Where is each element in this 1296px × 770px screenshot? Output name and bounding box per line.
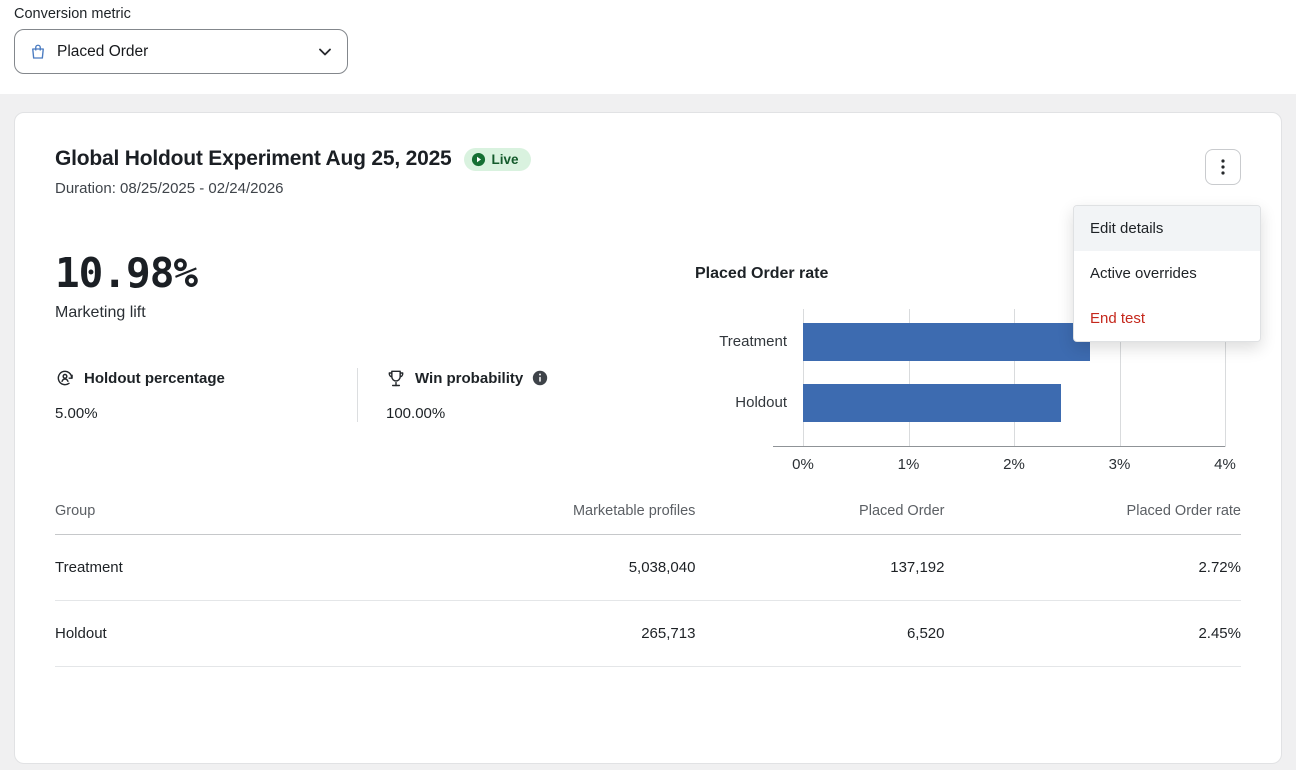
results-table: Group Marketable profiles Placed Order Plac… (55, 493, 1241, 667)
menu-item-edit-details[interactable]: Edit details (1074, 206, 1260, 251)
substats-row: Holdout percentage 5.00% Win probability… (55, 368, 695, 422)
conversion-metric-label: Conversion metric (14, 6, 131, 22)
table-row: Holdout 265,713 6,520 2.45% (55, 600, 1241, 667)
experiment-duration: Duration: 08/25/2025 - 02/24/2026 (55, 180, 284, 197)
table-row: Treatment 5,038,040 137,192 2.72% (55, 534, 1241, 601)
kebab-icon (1221, 159, 1225, 175)
chart-tick-label: 3% (1108, 456, 1131, 473)
table-cell: 2.45% (944, 600, 1241, 667)
trophy-icon (386, 368, 406, 388)
table-header-cell: Placed Order (695, 493, 945, 535)
table-cell: Treatment (55, 534, 352, 601)
placed-order-icon (29, 43, 47, 61)
holdout-percentage-icon (55, 368, 75, 388)
table-header-cell: Marketable profiles (351, 493, 696, 535)
conversion-metric-value: Placed Order (57, 42, 149, 60)
options-menu: Edit details Active overrides End test (1073, 205, 1261, 342)
win-probability-stat: Win probability 100.00% (386, 368, 548, 422)
chart-category-label: Treatment (719, 333, 787, 350)
table-header-row: Group Marketable profiles Placed Order Plac… (55, 493, 1241, 535)
table-header-cell: Placed Order rate (944, 493, 1241, 535)
table-body: Treatment 5,038,040 137,192 2.72% Holdout 265… (55, 534, 1241, 667)
chart-axis-ticks: 0% 1% 2% 3% 4% (792, 447, 1236, 477)
more-options-button[interactable] (1205, 149, 1241, 185)
live-status-badge: Live (463, 147, 531, 171)
play-icon (471, 152, 486, 167)
win-probability-label: Win probability (415, 369, 524, 387)
marketing-lift-label: Marketing lift (55, 304, 146, 321)
win-probability-value: 100.00% (386, 405, 446, 422)
table-cell: 5,038,040 (351, 534, 696, 601)
marketing-lift-value: 10.98% (55, 249, 198, 297)
table-cell: 265,713 (351, 600, 696, 667)
holdout-percentage-label: Holdout percentage (84, 369, 225, 387)
table-cell: 2.72% (944, 534, 1241, 601)
chart-tick-label: 2% (1003, 456, 1025, 473)
experiment-card: Global Holdout Experiment Aug 25, 2025 L… (14, 112, 1282, 764)
menu-item-end-test[interactable]: End test (1074, 296, 1260, 341)
table-cell: 6,520 (695, 600, 945, 667)
chart-tick-label: 1% (897, 456, 920, 473)
chart-tick-label: 0% (792, 456, 814, 473)
stats-divider (357, 368, 358, 422)
menu-item-active-overrides[interactable]: Active overrides (1074, 251, 1260, 296)
chart-tick-label: 4% (1214, 456, 1236, 473)
chart-bar-treatment (803, 322, 1090, 361)
experiment-title: Global Holdout Experiment Aug 25, 2025 (55, 147, 452, 170)
chart-category-labels: Treatment Holdout (695, 309, 803, 447)
table-cell: Holdout (55, 600, 352, 667)
info-icon[interactable] (532, 370, 548, 386)
table-header-cell: Group (55, 493, 352, 535)
live-status-label: Live (491, 151, 519, 167)
card-header: Global Holdout Experiment Aug 25, 2025 L… (55, 147, 1241, 197)
holdout-percentage-stat: Holdout percentage 5.00% (55, 368, 357, 423)
chart-axis-line (773, 446, 1225, 447)
chart-bar-holdout (803, 383, 1062, 422)
chart-category-label: Holdout (735, 394, 787, 411)
chevron-down-icon (319, 48, 331, 56)
conversion-metric-dropdown[interactable]: Placed Order (14, 29, 348, 74)
metrics-section: 10.98% Marketing lift Holdout percentage… (55, 249, 1241, 473)
conversion-metric-section: Conversion metric Placed Order (0, 0, 1296, 94)
table-cell: 137,192 (695, 534, 945, 601)
page-background: Global Holdout Experiment Aug 25, 2025 L… (0, 94, 1296, 770)
chart-bar-row (803, 372, 1225, 433)
holdout-percentage-value: 5.00% (55, 405, 98, 422)
